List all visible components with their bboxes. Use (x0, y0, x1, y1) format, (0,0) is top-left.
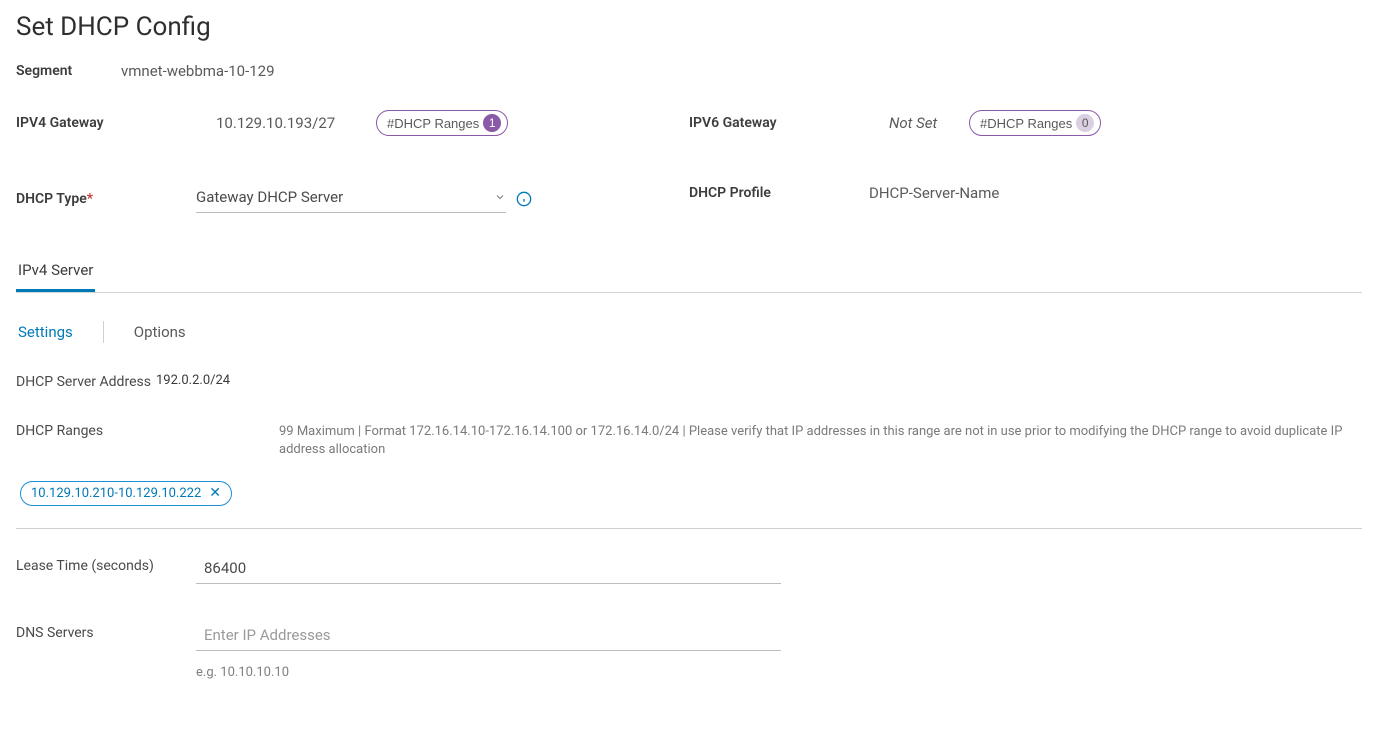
dhcp-profile-col: DHCP Profile DHCP-Server-Name (689, 184, 1362, 202)
ipv6-gateway-value: Not Set (889, 114, 969, 132)
segment-label: Segment (16, 63, 121, 79)
lease-time-row: Lease Time (seconds) (16, 557, 1362, 584)
dhcp-server-address-value: 192.0.2.0/24 (156, 373, 230, 388)
dhcp-server-address-row: DHCP Server Address 192.0.2.0/24 (16, 373, 1362, 393)
dhcp-ranges-label: DHCP Ranges (16, 423, 279, 439)
ipv6-badge-label: #DHCP Ranges (980, 116, 1072, 131)
section-divider (16, 528, 1362, 529)
tab-options[interactable]: Options (132, 323, 188, 341)
dhcp-range-chip[interactable]: 10.129.10.210-10.129.10.222 ✕ (20, 481, 232, 506)
dhcp-profile-value: DHCP-Server-Name (869, 184, 999, 202)
required-star-icon: * (87, 191, 93, 207)
dhcp-type-row: DHCP Type* Gateway DHCP Server DHCP Prof… (16, 184, 1362, 213)
dhcp-type-col: DHCP Type* Gateway DHCP Server (16, 184, 689, 213)
dhcp-type-select[interactable]: Gateway DHCP Server (196, 184, 506, 213)
lease-time-input[interactable] (196, 557, 781, 584)
dhcp-profile-label: DHCP Profile (689, 185, 869, 201)
dns-servers-hint: e.g. 10.10.10.10 (196, 665, 781, 680)
ipv4-gateway-label: IPV4 Gateway (16, 115, 216, 131)
ipv6-dhcp-ranges-badge[interactable]: #DHCP Ranges 0 (969, 110, 1101, 136)
ipv6-gateway-label: IPV6 Gateway (689, 115, 889, 131)
dhcp-range-chip-text: 10.129.10.210-10.129.10.222 (31, 486, 201, 501)
dhcp-server-address-label: DHCP Server Address (16, 373, 156, 393)
lease-time-label: Lease Time (seconds) (16, 557, 196, 577)
dhcp-ranges-help: 99 Maximum | Format 172.16.14.10-172.16.… (279, 423, 1362, 459)
ipv6-gateway-col: IPV6 Gateway Not Set #DHCP Ranges 0 (689, 110, 1362, 136)
dns-servers-label: DNS Servers (16, 624, 196, 644)
tab-separator (103, 321, 104, 343)
ipv4-dhcp-ranges-badge[interactable]: #DHCP Ranges 1 (376, 110, 508, 136)
ipv4-gateway-value: 10.129.10.193/27 (216, 114, 376, 132)
ipv6-badge-count: 0 (1076, 114, 1094, 132)
primary-tabs: IPv4 Server (16, 253, 1362, 293)
chevron-down-icon (494, 191, 506, 203)
segment-row: Segment vmnet-webbma-10-129 (16, 62, 1362, 80)
ipv4-badge-count: 1 (483, 114, 501, 132)
dhcp-type-label: DHCP Type* (16, 191, 196, 207)
info-icon[interactable] (516, 191, 532, 207)
dhcp-ranges-section: DHCP Ranges 99 Maximum | Format 172.16.1… (16, 423, 1362, 506)
close-icon[interactable]: ✕ (209, 486, 221, 500)
page-title: Set DHCP Config (16, 12, 1362, 42)
gateway-row: IPV4 Gateway 10.129.10.193/27 #DHCP Rang… (16, 110, 1362, 136)
secondary-tabs: Settings Options (16, 321, 1362, 343)
dns-servers-input[interactable] (196, 624, 781, 651)
tab-ipv4-server[interactable]: IPv4 Server (16, 253, 95, 292)
tab-settings[interactable]: Settings (16, 323, 75, 341)
dhcp-type-selected: Gateway DHCP Server (196, 188, 343, 206)
segment-value: vmnet-webbma-10-129 (121, 62, 275, 80)
ipv4-gateway-col: IPV4 Gateway 10.129.10.193/27 #DHCP Rang… (16, 110, 689, 136)
ipv4-badge-label: #DHCP Ranges (387, 116, 479, 131)
dns-servers-row: DNS Servers e.g. 10.10.10.10 (16, 624, 1362, 680)
